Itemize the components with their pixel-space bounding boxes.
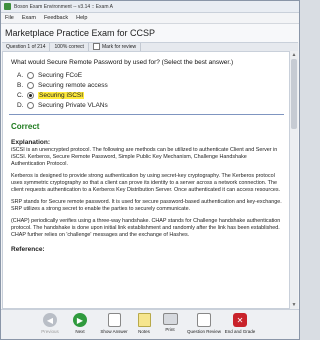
app-logo-icon — [4, 3, 11, 10]
menu-feedback[interactable]: Feedback — [44, 15, 68, 21]
menu-help[interactable]: Help — [76, 15, 87, 21]
show-answer-label: Show Answer — [100, 329, 128, 334]
previous-button[interactable]: ◀ Previous — [33, 313, 67, 334]
scroll-thumb[interactable] — [291, 59, 297, 129]
end-and-grade-label: End and Grade — [224, 329, 256, 334]
forward-arrow-icon: ▶ — [73, 313, 87, 327]
explanation-paragraph: Kerberos is designed to provide strong a… — [11, 173, 281, 193]
scroll-down-arrow-icon[interactable]: ▼ — [291, 302, 297, 308]
show-answer-button[interactable]: Show Answer — [97, 313, 131, 334]
previous-label: Previous — [41, 329, 59, 334]
app-window: Boson Exam Environment -- v3.14 :: Exam … — [0, 0, 300, 340]
end-and-grade-button[interactable]: ✕ End and Grade — [223, 313, 257, 334]
stop-icon: ✕ — [233, 313, 247, 327]
option-text: Securing iSCSI — [38, 91, 85, 99]
question-review-button[interactable]: Question Review — [187, 313, 221, 334]
result-label: Correct — [11, 122, 40, 131]
radio-button[interactable] — [27, 81, 34, 89]
print-button[interactable]: Print — [153, 313, 187, 332]
notes-icon — [137, 313, 151, 327]
radio-button-selected[interactable] — [27, 91, 34, 99]
menu-bar: File Exam Feedback Help — [1, 13, 299, 24]
reference-heading: Reference: — [11, 246, 45, 253]
menu-exam[interactable]: Exam — [22, 15, 36, 21]
question-text: What would Secure Remote Password by use… — [11, 59, 234, 66]
option-text: Securing FCoE — [38, 71, 83, 79]
print-label: Print — [165, 327, 175, 332]
next-label: Next — [75, 329, 85, 334]
radio-button[interactable] — [27, 101, 34, 109]
question-content-pane: What would Secure Remote Password by use… — [2, 51, 291, 309]
question-review-label: Question Review — [187, 329, 222, 334]
option-letter: A. — [17, 71, 24, 79]
answer-sheet-icon — [107, 313, 121, 327]
content-scrollbar[interactable]: ▲ ▼ — [289, 51, 298, 309]
option-letter: B. — [17, 81, 24, 89]
printer-icon — [162, 313, 178, 325]
option-letter: D. — [17, 101, 24, 109]
explanation-heading: Explanation: — [11, 139, 51, 146]
answer-option-d[interactable]: D. Securing Private VLANs — [3, 100, 290, 110]
back-arrow-icon: ◀ — [43, 313, 57, 327]
scroll-up-arrow-icon[interactable]: ▲ — [291, 52, 297, 58]
option-letter: C. — [17, 91, 24, 99]
exam-title: Marketplace Practice Exam for CCSP — [5, 28, 156, 38]
mark-for-review-label: Mark for review — [101, 44, 137, 50]
next-button[interactable]: ▶ Next — [63, 313, 97, 334]
window-title: Boson Exam Environment -- v3.14 :: Exam … — [14, 3, 113, 10]
explanation-paragraph: SRP stands for Secure remote password. I… — [11, 199, 282, 212]
menu-file[interactable]: File — [5, 15, 14, 21]
bottom-toolbar: ◀ Previous ▶ Next Show Answer Notes Prin… — [1, 309, 299, 339]
exam-header: Marketplace Practice Exam for CCSP — [1, 24, 299, 42]
answer-option-a[interactable]: A. Securing FCoE — [3, 70, 290, 80]
explanation-paragraph: (CHAP) periodically verifies using a thr… — [11, 218, 281, 238]
answer-option-b[interactable]: B. Securing remote access — [3, 80, 290, 90]
option-text: Securing Private VLANs — [38, 101, 108, 109]
title-bar: Boson Exam Environment -- v3.14 :: Exam … — [1, 1, 299, 13]
explanation-paragraph: iSCSI is an unencrypted protocol. The fo… — [11, 147, 278, 167]
review-list-icon — [197, 313, 211, 327]
answer-option-c[interactable]: C. Securing iSCSI — [3, 90, 290, 100]
mark-for-review-checkbox[interactable] — [92, 43, 100, 51]
radio-button[interactable] — [27, 71, 34, 79]
option-text: Securing remote access — [38, 81, 108, 89]
